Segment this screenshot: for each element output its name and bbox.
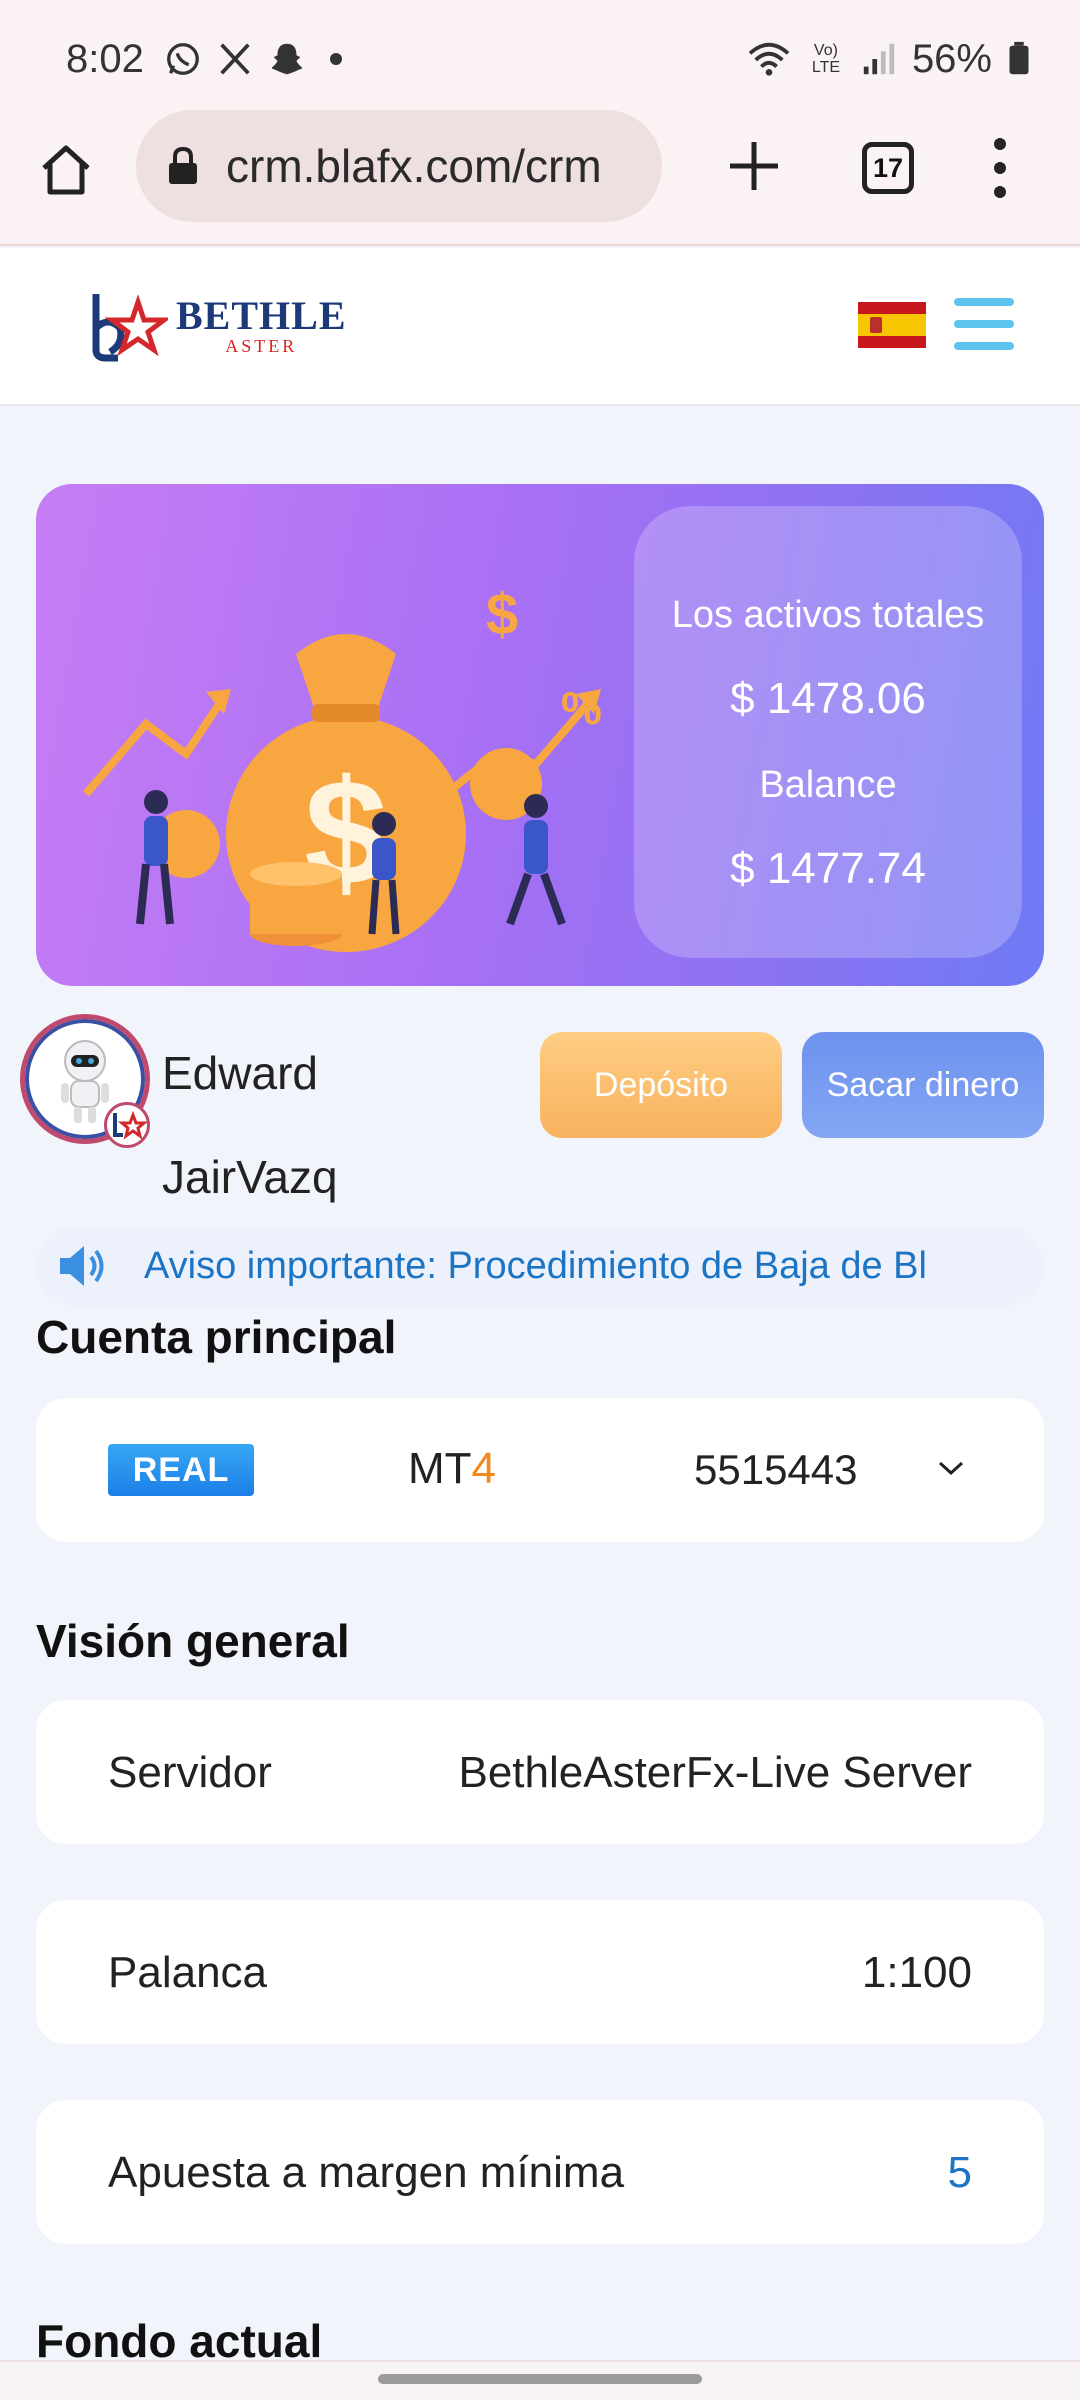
notification-dot-icon bbox=[329, 53, 342, 65]
assets-summary-card: Los activos totales $ 1478.06 Balance $ … bbox=[634, 506, 1022, 958]
status-bar: 8:02 Vo) LTE 56% bbox=[0, 0, 1080, 118]
platform-prefix: MT bbox=[408, 1444, 472, 1493]
account-type-badge: REAL bbox=[108, 1444, 254, 1496]
logo-line-2: ASTER bbox=[225, 336, 298, 356]
overview-row-server: Servidor BethleAsterFx-Live Server bbox=[36, 1700, 1044, 1844]
logo-mark-icon bbox=[92, 294, 168, 362]
tab-switcher-button[interactable]: 17 bbox=[862, 142, 914, 194]
battery-percentage: 56% bbox=[911, 36, 992, 81]
overview-title: Visión general bbox=[36, 1615, 350, 1667]
overview-row-min-margin: Apuesta a margen mínima 5 bbox=[36, 2100, 1044, 2244]
leverage-label: Palanca bbox=[108, 1948, 268, 1997]
main-account-title: Cuenta principal bbox=[36, 1311, 397, 1363]
status-bar-right: Vo) LTE 56% bbox=[746, 37, 1032, 82]
min-margin-label: Apuesta a margen mínima bbox=[108, 2148, 625, 2197]
main-account-selector[interactable]: REAL MT4 5515443 bbox=[36, 1398, 1044, 1542]
url-text[interactable]: crm.blafx.com/crm bbox=[226, 139, 602, 193]
assets-banner: $ $ % Los activos totales $ 1478.06 Bala… bbox=[36, 484, 1044, 986]
balance-value: $ 1477.74 bbox=[730, 844, 926, 893]
menu-bar bbox=[954, 342, 1014, 350]
network-type-label: Vo) LTE bbox=[811, 42, 841, 76]
address-bar[interactable]: crm.blafx.com/crm bbox=[136, 110, 662, 222]
svg-text:$: $ bbox=[486, 582, 518, 647]
withdraw-button[interactable]: Sacar dinero bbox=[802, 1032, 1044, 1138]
spain-flag-icon[interactable] bbox=[858, 302, 926, 348]
battery-icon bbox=[1009, 41, 1029, 75]
status-bar-left: 8:02 bbox=[66, 37, 342, 82]
overview-row-leverage: Palanca 1:100 bbox=[36, 1900, 1044, 2044]
user-first-name: Edward bbox=[162, 1047, 318, 1099]
browser-toolbar: crm.blafx.com/crm 17 bbox=[0, 110, 1080, 246]
money-bag-illustration: $ $ % bbox=[82, 582, 602, 952]
platform-label: MT4 bbox=[408, 1444, 496, 1494]
account-number: 5515443 bbox=[694, 1446, 858, 1493]
clock: 8:02 bbox=[66, 36, 144, 81]
whatsapp-icon bbox=[166, 43, 199, 75]
menu-bar bbox=[954, 320, 1014, 328]
speaker-icon bbox=[60, 1246, 104, 1286]
more-vert-icon[interactable] bbox=[990, 136, 1010, 200]
site-header: BETHLE ASTER bbox=[0, 248, 1080, 406]
platform-number: 4 bbox=[471, 1444, 497, 1493]
balance-label: Balance bbox=[759, 764, 897, 806]
home-icon[interactable] bbox=[36, 140, 96, 200]
chevron-down-icon[interactable] bbox=[936, 1458, 966, 1478]
announcement-ticker[interactable]: Aviso importante: Procedimiento de Baja … bbox=[36, 1226, 1044, 1306]
user-last-name: JairVazq bbox=[162, 1151, 338, 1203]
total-assets-label: Los activos totales bbox=[671, 594, 985, 636]
plus-icon[interactable] bbox=[726, 138, 782, 194]
snapchat-icon bbox=[271, 43, 303, 75]
wifi-icon bbox=[748, 42, 790, 76]
signal-icon bbox=[863, 43, 895, 75]
server-value: BethleAsterFx-Live Server bbox=[458, 1748, 972, 1797]
x-icon bbox=[220, 43, 250, 75]
avatar-badge-logo-icon bbox=[104, 1102, 150, 1148]
min-margin-value: 5 bbox=[947, 2148, 972, 2197]
svg-text:%: % bbox=[561, 682, 602, 734]
hamburger-menu-icon[interactable] bbox=[954, 298, 1014, 350]
brand-logo[interactable]: BETHLE ASTER bbox=[88, 288, 347, 364]
logo-line-1: BETHLE bbox=[176, 293, 347, 338]
announcement-text[interactable]: Aviso importante: Procedimiento de Baja … bbox=[144, 1245, 927, 1288]
lock-icon bbox=[169, 146, 197, 184]
total-assets-value: $ 1478.06 bbox=[730, 674, 926, 723]
deposit-button[interactable]: Depósito bbox=[540, 1032, 782, 1138]
leverage-value: 1:100 bbox=[861, 1948, 972, 1997]
logo-wordmark: BETHLE ASTER bbox=[176, 293, 347, 357]
gesture-handle[interactable] bbox=[378, 2374, 702, 2384]
server-label: Servidor bbox=[108, 1748, 272, 1797]
menu-bar bbox=[954, 298, 1014, 306]
